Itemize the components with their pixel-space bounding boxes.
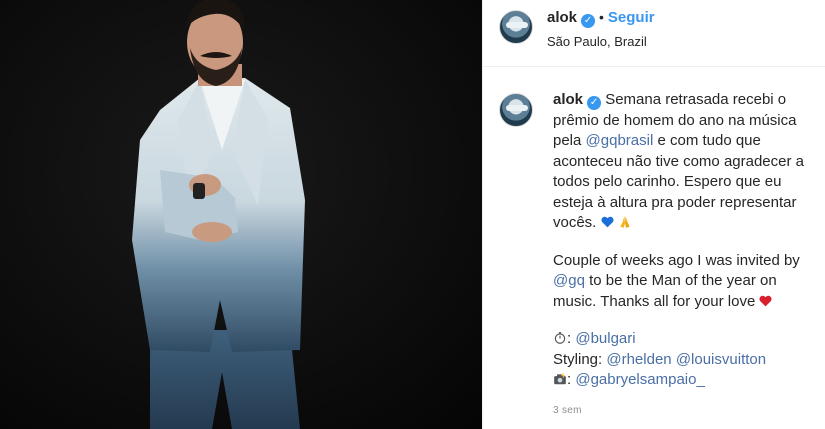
post-header: alok ✓ • Seguir São Paulo, Brazil [483,0,825,67]
blue-heart-emoji [601,216,614,228]
caption-line: Couple of weeks ago I was invited by [553,251,800,269]
folded-hands-emoji [620,216,630,228]
verified-badge-icon: ✓ [587,96,602,110]
caption-line: todos pelo carinho. Espero que eu [553,173,782,190]
mention-link[interactable]: @gq [553,272,585,289]
verified-badge-icon: ✓ [581,14,596,28]
caption-line: aconteceu não tive como agradecer a [553,152,804,170]
caption-text-fragment: pela [553,132,586,149]
mention-link[interactable]: @gqbrasil [586,132,654,149]
caption-line: Semana retrasada recebi o [605,91,787,108]
caption-text-fragment: e com tudo que [653,132,761,149]
man-in-suit-image [0,0,482,429]
camera-flash-emoji [554,372,566,385]
credit-label: Styling: [553,350,607,368]
caption-username-link[interactable]: alok [553,91,583,108]
separator-dot: • [599,9,604,25]
mention-link[interactable]: @rhelden [606,351,671,368]
mention-link[interactable]: @gabryelsampaio_ [575,371,704,388]
post-timestamp[interactable]: 3 sem [553,405,582,416]
mention-link[interactable]: @bulgari [575,330,635,347]
caption-line: prêmio de homem do ano na música [553,111,797,129]
header-user: alok ✓ • Seguir [547,9,655,28]
avatar[interactable] [499,10,533,44]
post-sidebar: alok ✓ • Seguir São Paulo, Brazil alok ✓ Sem… [482,0,825,429]
caption-text-fragment: to be the Man of the year on [584,272,777,289]
caption-text: alok ✓ Semana retrasada recebi o prêmio d… [553,90,815,391]
caption-line: music. Thanks all for your love [553,292,756,310]
mention-link[interactable]: @louisvuitton [676,351,766,368]
caption-line: esteja à altura pra poder representar [553,193,797,211]
caption-line: vocês. [553,214,597,231]
follow-button[interactable]: Seguir [608,9,655,26]
stopwatch-emoji [554,332,566,344]
avatar[interactable] [499,93,533,127]
username-link[interactable]: alok [547,9,577,26]
red-heart-emoji [759,295,772,306]
location-link[interactable]: São Paulo, Brazil [547,34,647,49]
post-photo[interactable] [0,0,482,429]
